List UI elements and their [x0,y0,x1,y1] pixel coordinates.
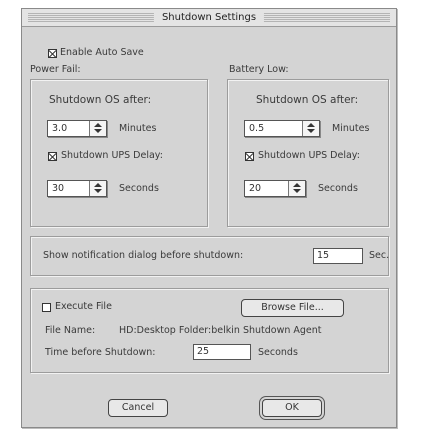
battery-low-heading: Battery Low: [229,64,289,75]
battery-low-shutdown-label: Shutdown OS after: [256,94,359,106]
power-fail-delay-popup[interactable]: 3.0 [47,120,107,137]
power-fail-ups-delay-label[interactable]: Shutdown UPS Delay: [61,150,163,162]
power-fail-ups-delay-value: 30 [52,183,65,194]
execute-file-checkbox[interactable] [42,303,51,312]
power-fail-shutdown-label: Shutdown OS after: [49,94,152,106]
power-fail-ups-delay-unit: Seconds [119,183,159,194]
power-fail-delay-value: 3.0 [52,123,68,134]
battery-low-group: Shutdown OS after: 0.5 Minutes Shutdown … [227,79,389,227]
power-fail-ups-delay-checkbox[interactable] [48,152,57,161]
window-title: Shutdown Settings [153,10,265,25]
file-name-label: File Name: [45,325,96,336]
power-fail-ups-delay-popup[interactable]: 30 [47,180,107,197]
battery-low-ups-delay-popup[interactable]: 20 [244,180,306,197]
battery-low-delay-popup[interactable]: 0.5 [244,120,320,137]
cancel-button[interactable]: Cancel [108,399,168,417]
shutdown-settings-dialog: Shutdown Settings Enable Auto Save Power… [21,8,397,428]
power-fail-group: Shutdown OS after: 3.0 Minutes Shutdown … [30,79,208,227]
popup-arrows-icon [89,181,106,196]
browse-file-button[interactable]: Browse File... [241,299,344,317]
battery-low-ups-delay-label[interactable]: Shutdown UPS Delay: [258,150,360,162]
execute-file-group: Execute File Browse File... File Name: H… [30,288,389,373]
auto-save-label[interactable]: Enable Auto Save [60,47,144,59]
auto-save-checkbox[interactable] [48,49,57,58]
ok-button[interactable]: OK [262,399,322,417]
execute-file-label[interactable]: Execute File [55,301,112,313]
battery-low-ups-delay-checkbox[interactable] [245,152,254,161]
battery-low-delay-unit: Minutes [332,123,370,134]
battery-low-ups-delay-unit: Seconds [318,183,358,194]
time-before-shutdown-label: Time before Shutdown: [45,347,156,358]
time-before-shutdown-unit: Seconds [258,347,298,358]
notification-group: Show notification dialog before shutdown… [30,236,389,276]
popup-arrows-icon [89,121,106,136]
title-bar[interactable]: Shutdown Settings [22,9,396,27]
file-name-value: HD:Desktop Folder:belkin Shutdown Agent [119,325,322,336]
notification-label: Show notification dialog before shutdown… [43,250,244,261]
notification-unit: Sec. [369,250,390,261]
power-fail-heading: Power Fail: [30,64,81,75]
battery-low-ups-delay-value: 20 [249,183,262,194]
popup-arrows-icon [302,121,319,136]
notification-seconds-field[interactable]: 15 [313,248,363,264]
time-before-shutdown-field[interactable]: 25 [193,344,251,360]
popup-arrows-icon [288,181,305,196]
battery-low-delay-value: 0.5 [249,123,265,134]
power-fail-delay-unit: Minutes [119,123,157,134]
